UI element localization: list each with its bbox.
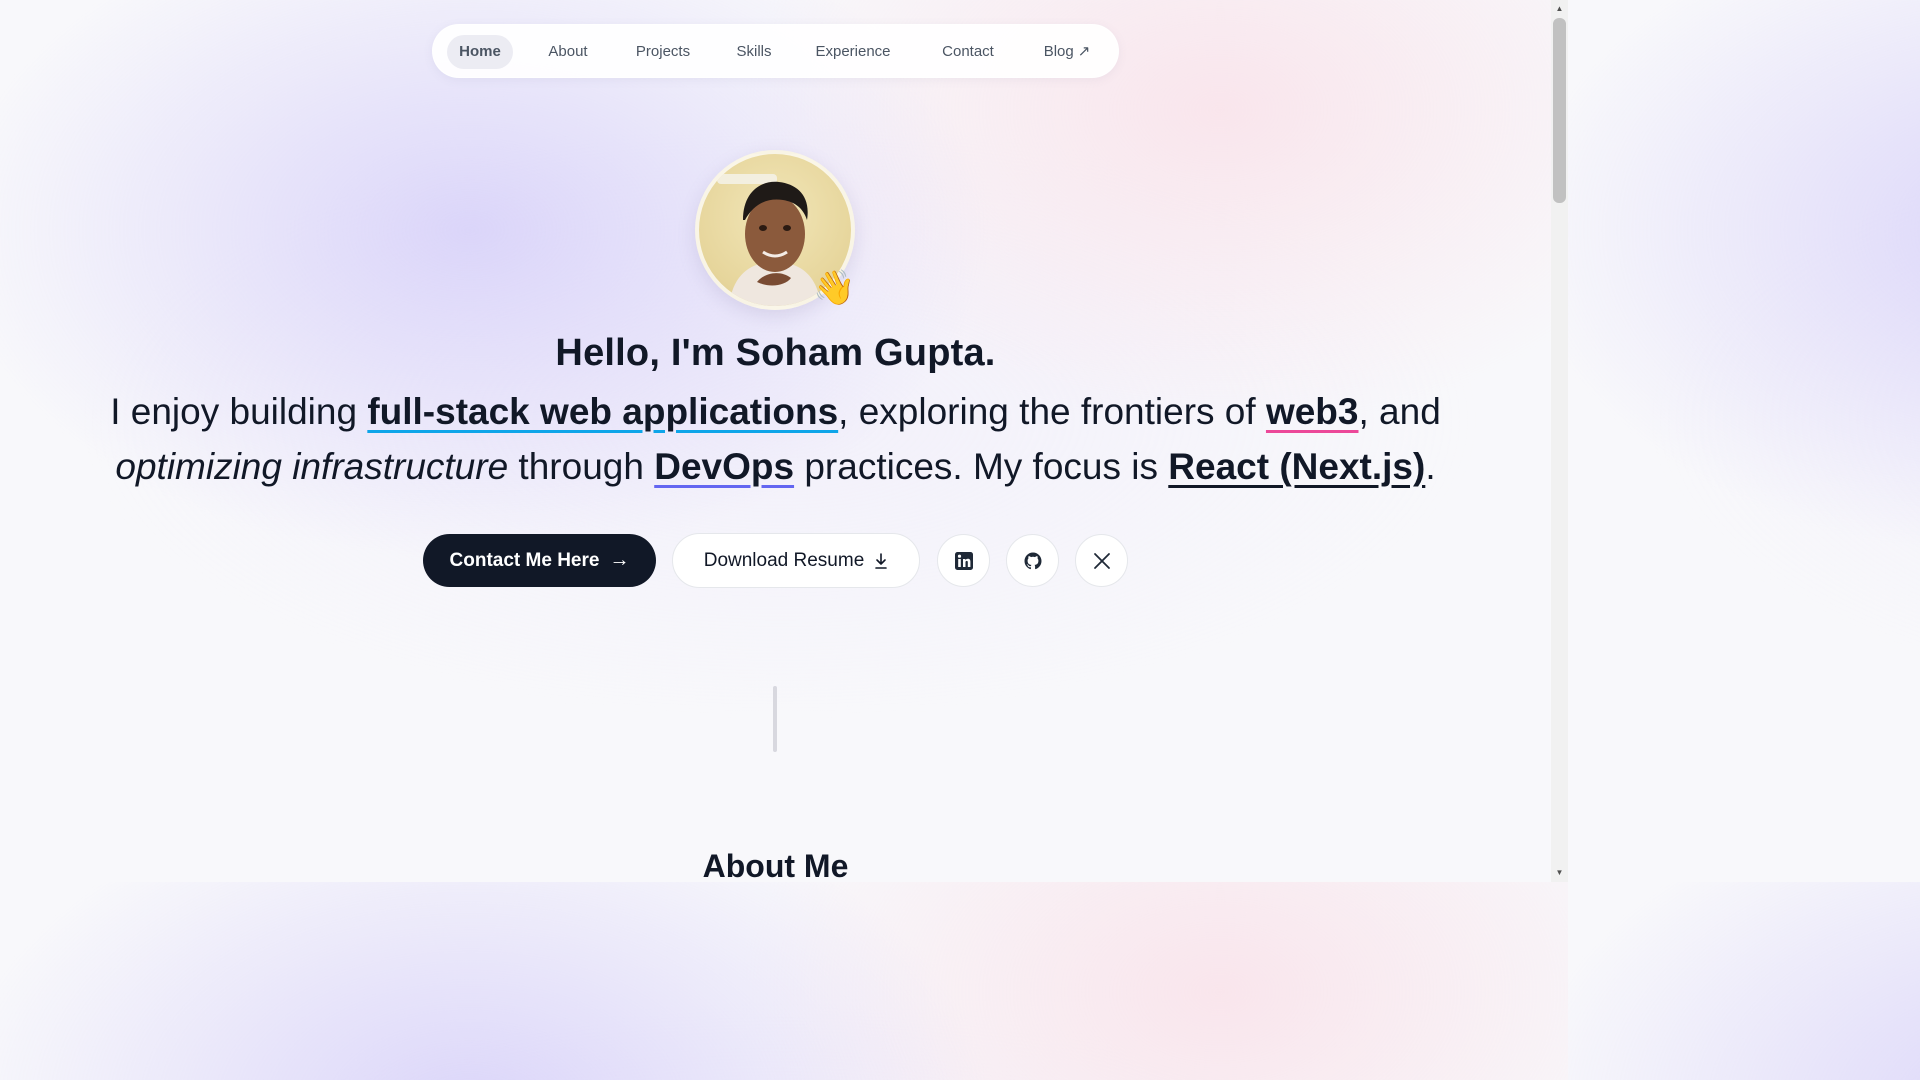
intro-text-3: , and (1358, 391, 1441, 432)
hero-intro: I enjoy building full-stack web applicat… (60, 384, 1491, 494)
highlight-react: React (Next.js) (1168, 446, 1426, 487)
nav-experience[interactable]: Experience (805, 35, 901, 69)
nav-blog[interactable]: Blog ↗ (1029, 35, 1105, 69)
linkedin-icon (954, 551, 973, 570)
waving-hand-icon: 👋 (813, 269, 856, 307)
highlight-devops: DevOps (654, 446, 795, 487)
scrollbar-thumb[interactable] (1553, 18, 1566, 203)
arrow-right-icon: → (609, 549, 630, 571)
intro-text-2: , exploring the frontiers of (838, 391, 1266, 432)
contact-me-button[interactable]: Contact Me Here → (423, 534, 656, 587)
scroll-up-arrow-icon[interactable]: ▲ (1551, 2, 1568, 16)
linkedin-button[interactable] (937, 534, 990, 587)
nav-contact[interactable]: Contact (929, 35, 1007, 69)
nav-skills[interactable]: Skills (723, 35, 785, 69)
download-resume-button[interactable]: Download Resume (672, 533, 920, 588)
nav-about[interactable]: About (533, 35, 603, 69)
scroll-down-arrow-icon[interactable]: ▼ (1551, 866, 1568, 880)
contact-button-label: Contact Me Here (449, 549, 600, 571)
intro-text-4: through (508, 446, 655, 487)
github-button[interactable] (1006, 534, 1059, 587)
x-twitter-button[interactable] (1075, 534, 1128, 587)
intro-text-6: . (1425, 446, 1436, 487)
page: Home About Projects Skills Experience Co… (0, 0, 1551, 884)
nav-home[interactable]: Home (447, 35, 513, 69)
highlight-fullstack: full-stack web applications (367, 391, 839, 432)
avatar-wrapper: 👋 (695, 150, 855, 310)
main-nav: Home About Projects Skills Experience Co… (432, 24, 1119, 78)
x-icon (1093, 552, 1110, 569)
hero-greeting: Hello, I'm Soham Gupta. (555, 332, 996, 374)
intro-text-1: I enjoy building (110, 391, 368, 432)
highlight-infrastructure: optimizing infrastructure (115, 446, 509, 487)
resume-button-label: Download Resume (703, 549, 865, 571)
external-arrow-icon: ↗ (1077, 43, 1091, 60)
intro-text-5: practices. My focus is (794, 446, 1169, 487)
section-divider (773, 686, 777, 752)
download-icon (875, 552, 888, 569)
about-section-title: About Me (702, 848, 849, 884)
scrollbar[interactable]: ▲ ▼ (1551, 0, 1568, 882)
nav-projects[interactable]: Projects (623, 35, 703, 69)
github-icon (1024, 552, 1041, 569)
nav-blog-label: Blog (1043, 43, 1074, 60)
highlight-web3: web3 (1265, 391, 1359, 432)
